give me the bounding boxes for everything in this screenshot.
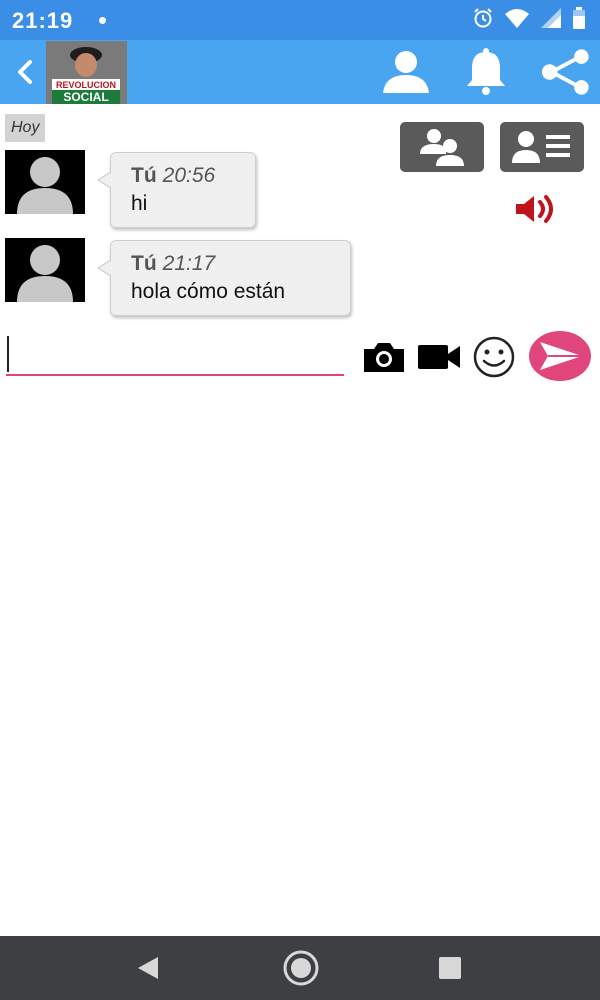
group-members-button[interactable] [400, 122, 484, 172]
status-bar: 21:19 [0, 0, 600, 40]
contact-info-button[interactable] [500, 122, 584, 172]
message-author: Tú [131, 252, 157, 275]
app-bar-actions [380, 46, 592, 98]
day-separator: Hoy [5, 114, 46, 142]
video-button[interactable] [416, 336, 462, 378]
message-bubble[interactable]: Tú 21:17 hola cómo están [97, 240, 351, 316]
message-meta: Tú 20:56 [131, 163, 235, 189]
chat-area: Hoy Tú 20:56 hi Tú 21:17 hola cómo están [0, 104, 600, 936]
group-users-icon [420, 129, 464, 166]
channel-avatar[interactable]: REVOLUCION SOCIAL [46, 41, 127, 104]
channel-logo-line1: REVOLUCION [56, 80, 116, 90]
message-time: 21:17 [162, 252, 216, 275]
nav-home-button[interactable] [282, 949, 320, 987]
notifications-button[interactable] [460, 46, 512, 98]
channel-logo-image: REVOLUCION SOCIAL [46, 41, 127, 104]
contact-card-icon [512, 131, 570, 163]
message-avatar[interactable] [5, 238, 85, 302]
message-avatar[interactable] [5, 150, 85, 214]
home-circle-icon [283, 950, 319, 986]
video-icon [418, 345, 460, 369]
status-icons [472, 6, 586, 34]
send-button[interactable] [528, 330, 592, 382]
emoji-button[interactable] [472, 336, 516, 378]
speaker-icon [516, 195, 553, 223]
back-triangle-icon [138, 957, 158, 979]
back-button[interactable] [10, 54, 40, 90]
notification-dot [99, 17, 106, 24]
message-text: hi [131, 192, 148, 215]
share-icon [541, 49, 589, 95]
message-author: Tú [131, 164, 157, 187]
sound-toggle[interactable] [514, 194, 558, 224]
bell-icon [467, 48, 505, 95]
nav-back-button[interactable] [132, 952, 164, 984]
emoji-icon [473, 336, 515, 378]
default-avatar-icon [5, 150, 85, 214]
message-time: 20:56 [162, 164, 216, 187]
camera-button[interactable] [361, 336, 407, 378]
app-bar: REVOLUCION SOCIAL [0, 40, 600, 104]
camera-icon [364, 343, 404, 372]
profile-button[interactable] [380, 46, 432, 98]
profile-icon [383, 51, 429, 93]
text-cursor [7, 336, 9, 372]
alarm-icon [472, 7, 494, 34]
message-bubble[interactable]: Tú 20:56 hi [97, 152, 256, 228]
system-nav-bar [0, 936, 600, 1000]
channel-logo-line2: SOCIAL [63, 90, 108, 104]
message-meta: Tú 21:17 [131, 251, 330, 277]
message-input[interactable] [6, 332, 344, 376]
wifi-icon [504, 7, 530, 34]
status-time: 21:19 [12, 8, 74, 33]
chevron-left-icon [18, 60, 32, 84]
default-avatar-icon [5, 238, 85, 302]
signal-icon [540, 7, 562, 34]
battery-icon [572, 6, 586, 34]
send-icon [529, 331, 591, 381]
nav-recents-button[interactable] [434, 952, 466, 984]
share-button[interactable] [540, 46, 592, 98]
message-text: hola cómo están [131, 280, 286, 303]
recents-square-icon [439, 957, 461, 979]
